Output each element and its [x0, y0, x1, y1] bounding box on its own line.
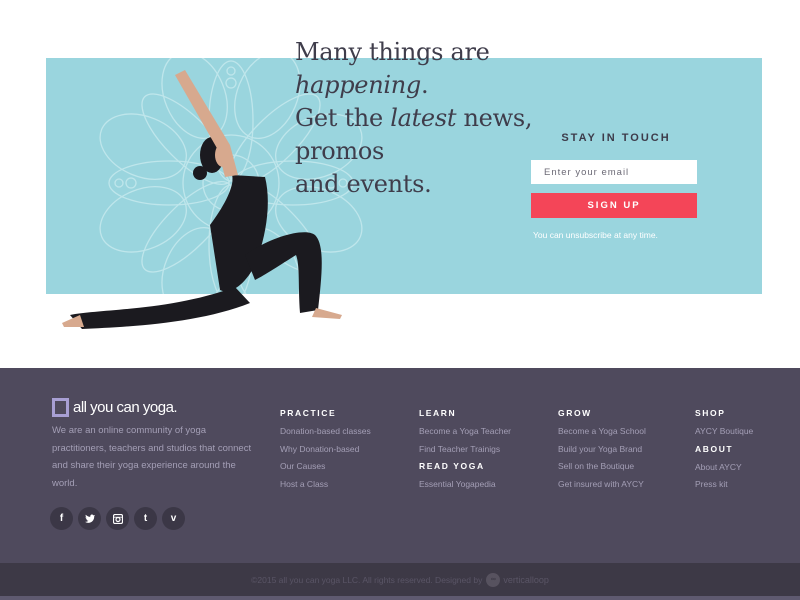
- logo-square-icon: [52, 398, 69, 417]
- footer-link[interactable]: About AYCY: [695, 462, 753, 480]
- logo[interactable]: all you can yoga.: [52, 398, 178, 417]
- instagram-glyph-icon: [112, 513, 123, 524]
- footer-link[interactable]: AYCY Boutique: [695, 426, 753, 444]
- instagram-icon[interactable]: [106, 507, 129, 530]
- footer: all you can yoga. We are an online commu…: [0, 368, 800, 563]
- footer-column-practice: PRACTICE Donation-based classes Why Dona…: [280, 408, 371, 497]
- twitter-icon[interactable]: [78, 507, 101, 530]
- footer-link[interactable]: Become a Yoga School: [558, 426, 646, 444]
- footer-link[interactable]: Sell on the Boutique: [558, 461, 646, 479]
- footer-column-learn: LEARN Become a Yoga Teacher Find Teacher…: [419, 408, 511, 497]
- headline-text: Many things are: [295, 38, 490, 66]
- column-heading: PRACTICE: [280, 408, 337, 418]
- copyright-bar: ©2015 all you can yoga LLC. All rights r…: [0, 563, 800, 596]
- facebook-icon[interactable]: f: [50, 507, 73, 530]
- newsletter-signup: STAY IN TOUCH SIGN UP You can unsubscrib…: [531, 132, 697, 240]
- footer-column-shop: SHOP AYCY Boutique ABOUT About AYCY Pres…: [695, 408, 753, 497]
- headline-emphasis: latest: [390, 104, 457, 132]
- email-input[interactable]: [531, 160, 697, 184]
- column-heading: SHOP: [695, 408, 726, 418]
- about-description: We are an online community of yoga pract…: [52, 425, 252, 490]
- page-bottom-edge: [0, 596, 800, 600]
- designer-link[interactable]: verticalloop: [503, 575, 549, 585]
- verticalloop-logo-icon[interactable]: ∞: [486, 572, 501, 587]
- footer-column-grow: GROW Become a Yoga School Build your Yog…: [558, 408, 646, 497]
- column-heading: READ YOGA: [419, 461, 485, 472]
- column-heading: ABOUT: [695, 443, 734, 454]
- newsletter-hero: Many things are happening. Get the lates…: [0, 0, 800, 368]
- social-links: f t v: [50, 507, 185, 530]
- footer-link[interactable]: Host a Class: [280, 479, 371, 497]
- twitter-bird-icon: [84, 514, 95, 523]
- copyright-text: ©2015 all you can yoga LLC. All rights r…: [251, 574, 483, 585]
- footer-link[interactable]: Press kit: [695, 479, 753, 497]
- headline-text: .: [420, 71, 429, 99]
- column-heading: LEARN: [419, 408, 457, 418]
- footer-link[interactable]: Essential Yogapedia: [419, 479, 511, 497]
- sign-up-button[interactable]: SIGN UP: [531, 193, 697, 218]
- logo-text: all you can yoga.: [73, 399, 178, 416]
- column-heading: GROW: [558, 408, 592, 418]
- footer-link[interactable]: Our Causes: [280, 461, 371, 479]
- headline-text: Get the: [295, 104, 391, 132]
- vimeo-icon[interactable]: v: [162, 507, 185, 530]
- footer-link[interactable]: Become a Yoga Teacher: [419, 426, 511, 444]
- footer-link[interactable]: Why Donation-based: [280, 444, 371, 462]
- signup-title: STAY IN TOUCH: [561, 132, 671, 144]
- footer-link[interactable]: Find Teacher Trainigs: [419, 444, 511, 462]
- tumblr-icon[interactable]: t: [134, 507, 157, 530]
- footer-link[interactable]: Build your Yoga Brand: [558, 444, 646, 462]
- footer-link[interactable]: Get insured with AYCY: [558, 479, 646, 497]
- unsubscribe-note: You can unsubscribe at any time.: [533, 230, 658, 240]
- headline-emphasis: happening: [295, 71, 421, 99]
- footer-link[interactable]: Donation-based classes: [280, 426, 371, 444]
